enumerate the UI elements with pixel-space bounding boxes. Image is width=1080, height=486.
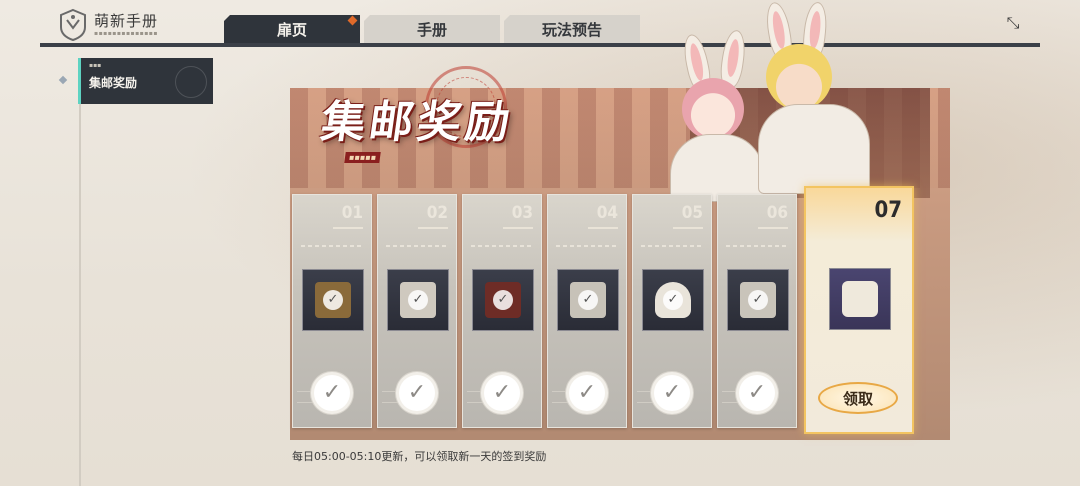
perforation — [301, 245, 363, 247]
character-robe — [758, 104, 870, 194]
claimed-seal-icon: ✓ — [314, 375, 350, 411]
sidebar-item-label: 集邮奖励 — [89, 76, 138, 90]
perforation — [726, 245, 788, 247]
day-number: 02 — [426, 203, 448, 223]
day-card: 01 ✓ ✓ — [292, 194, 372, 428]
perforation — [471, 245, 533, 247]
update-note: 每日05:00-05:10更新，可以领取新一天的签到奖励 — [292, 450, 547, 463]
notification-dot — [347, 15, 358, 26]
bunny-cart-icon — [842, 281, 878, 317]
character-robe — [670, 134, 764, 202]
header-divider — [40, 43, 1040, 47]
claimed-seal-icon: ✓ — [654, 375, 690, 411]
day-card-today: 07 领取 — [804, 186, 914, 434]
perforation — [386, 245, 448, 247]
day-card: 02 ✓ ✓ — [377, 194, 457, 428]
claimed-seal-icon: ✓ — [484, 375, 520, 411]
claimed-seal-icon: ✓ — [739, 375, 775, 411]
card-line — [673, 227, 703, 229]
claimed-check-icon: ✓ — [748, 290, 768, 310]
perforation — [556, 245, 618, 247]
reward-slot[interactable]: ✓ — [642, 269, 704, 331]
page-title: 萌新手册 — [94, 12, 159, 30]
tab-label: 扉页 — [276, 20, 307, 39]
day-number: 03 — [511, 203, 533, 223]
card-line — [758, 227, 788, 229]
claimed-seal-icon: ✓ — [399, 375, 435, 411]
claimed-check-icon: ✓ — [408, 290, 428, 310]
reward-slot[interactable]: ✓ — [727, 269, 789, 331]
reward-slot[interactable]: ✓ — [557, 269, 619, 331]
reward-slot[interactable]: ✓ — [302, 269, 364, 331]
claim-button[interactable]: 领取 — [818, 382, 898, 414]
perforation — [641, 245, 703, 247]
sidebar-item-decoration: ▪▪▪ — [89, 62, 102, 69]
day-number: 07 — [874, 198, 902, 223]
character-blond-bunny — [758, 0, 878, 194]
card-line — [588, 227, 618, 229]
claimed-check-icon: ✓ — [663, 290, 683, 310]
tab-label: 玩法预告 — [541, 20, 602, 39]
claimed-check-icon: ✓ — [323, 290, 343, 310]
day-number: 05 — [681, 203, 703, 223]
sidebar-rail — [79, 58, 81, 486]
claimed-seal-icon: ✓ — [569, 375, 605, 411]
crest-icon — [60, 8, 86, 42]
tab-label: 手册 — [416, 20, 447, 39]
day-number: 04 — [596, 203, 618, 223]
day-number: 01 — [341, 203, 363, 223]
card-line — [418, 227, 448, 229]
claimed-check-icon: ✓ — [578, 290, 598, 310]
card-line — [503, 227, 533, 229]
tab-front-page[interactable]: 扉页 — [224, 15, 360, 43]
reward-slot[interactable] — [829, 268, 891, 330]
day-card: 06 ✓ ✓ — [717, 194, 797, 428]
card-line — [333, 227, 363, 229]
claimed-check-icon: ✓ — [493, 290, 513, 310]
sidebar-item-stamp-rewards[interactable]: ▪▪▪ 集邮奖励 — [78, 58, 213, 104]
day-card: 05 ✓ ✓ — [632, 194, 712, 428]
tab-handbook[interactable]: 手册 — [364, 15, 500, 43]
reward-slot[interactable]: ✓ — [387, 269, 449, 331]
character-head — [766, 44, 832, 110]
title-decoration: ▪▪▪▪▪▪▪▪▪▪▪▪▪▪ — [94, 30, 158, 37]
reward-slot[interactable]: ✓ — [472, 269, 534, 331]
event-title: 集邮奖励 — [317, 97, 517, 148]
close-arrows-icon[interactable]: ⤡ — [1004, 14, 1022, 32]
character-head — [682, 78, 744, 140]
day-number: 06 — [766, 203, 788, 223]
tab-gameplay-preview[interactable]: 玩法预告 — [504, 15, 640, 43]
event-tag: ▪▪▪▪▪ — [344, 152, 381, 163]
day-card: 04 ✓ ✓ — [547, 194, 627, 428]
day-card: 03 ✓ ✓ — [462, 194, 542, 428]
ring-icon — [175, 66, 207, 98]
